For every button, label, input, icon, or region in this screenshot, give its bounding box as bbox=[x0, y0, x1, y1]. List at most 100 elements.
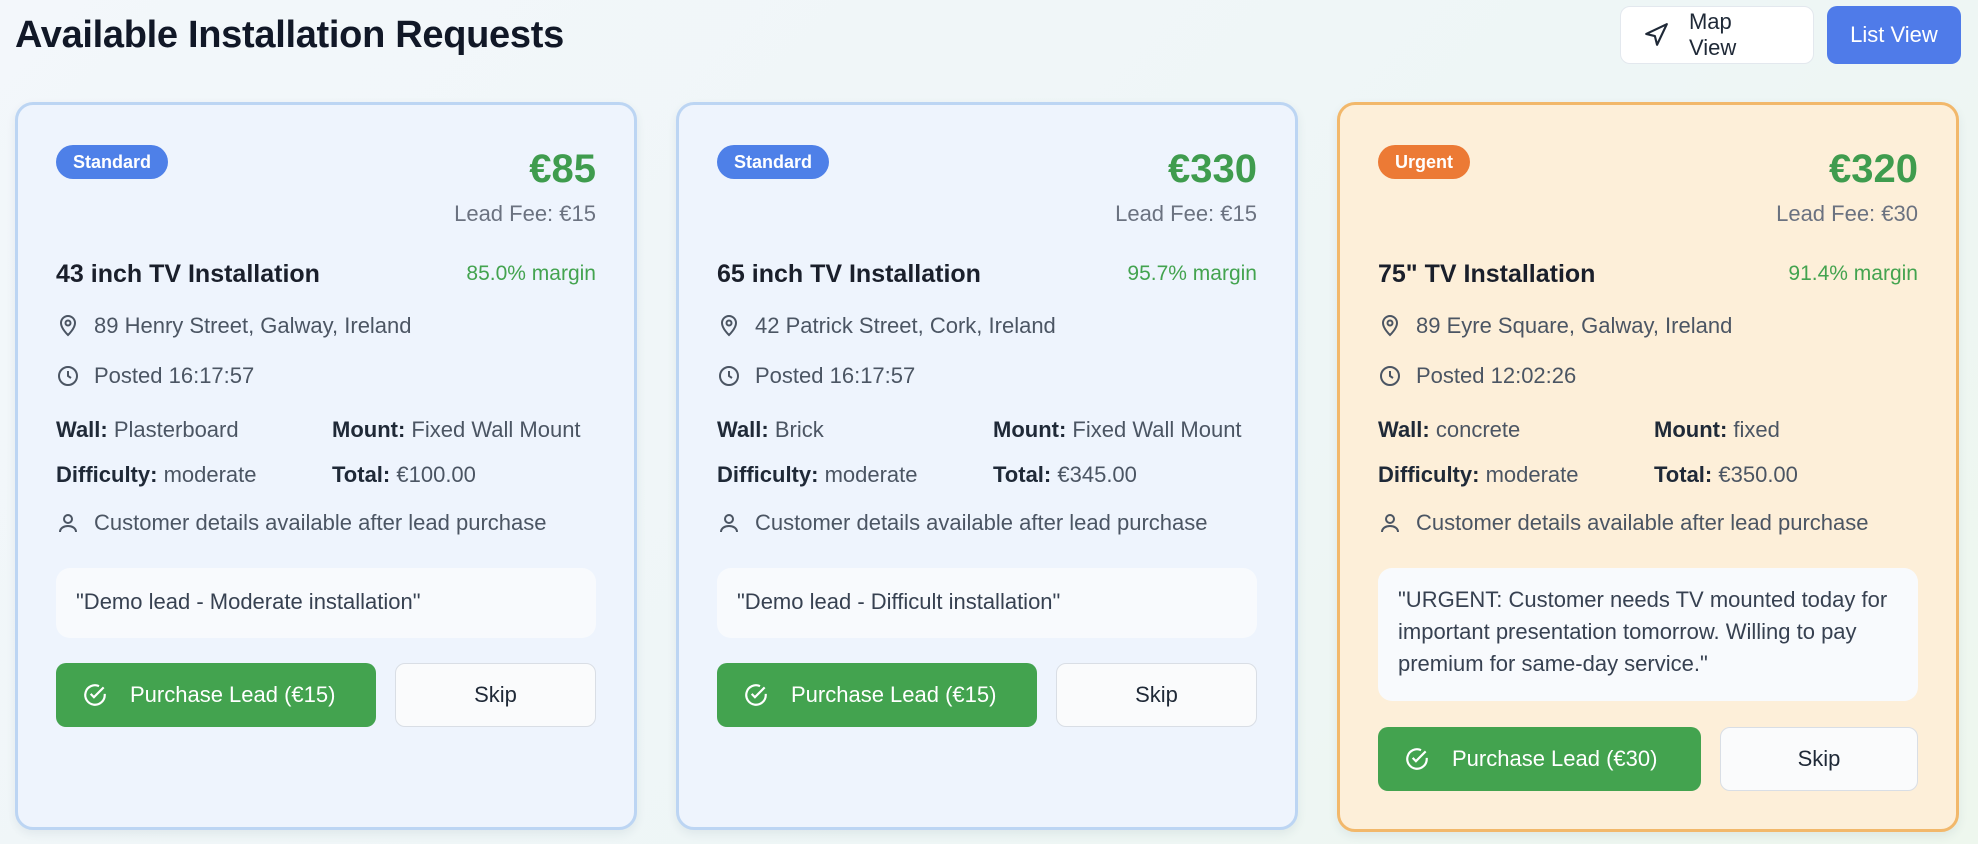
skip-button[interactable]: Skip bbox=[1720, 727, 1918, 791]
address-row: 42 Patrick Street, Cork, Ireland bbox=[717, 313, 1056, 339]
purchase-lead-button[interactable]: Purchase Lead (€30) bbox=[1378, 727, 1701, 791]
mount-label: Mount: bbox=[1654, 417, 1728, 442]
difficulty-spec: Difficulty: moderate bbox=[1378, 462, 1579, 488]
lead-fee: Lead Fee: €15 bbox=[454, 201, 596, 226]
difficulty-label: Difficulty: bbox=[56, 462, 158, 487]
priority-badge: Urgent bbox=[1378, 145, 1470, 179]
job-notes: "URGENT: Customer needs TV mounted today… bbox=[1378, 568, 1918, 701]
purchase-lead-button[interactable]: Purchase Lead (€15) bbox=[56, 663, 376, 727]
job-price: €330 bbox=[1168, 147, 1257, 191]
customer-row: Customer details available after lead pu… bbox=[717, 510, 1207, 536]
total-spec: Total: €345.00 bbox=[993, 462, 1137, 488]
difficulty-label: Difficulty: bbox=[717, 462, 819, 487]
wall-value: Brick bbox=[774, 417, 824, 442]
mount-label: Mount: bbox=[332, 417, 406, 442]
difficulty-spec: Difficulty: moderate bbox=[56, 462, 257, 488]
address-text: 89 Eyre Square, Galway, Ireland bbox=[1416, 313, 1733, 338]
total-value: €350.00 bbox=[1718, 462, 1798, 487]
map-pin-icon bbox=[1381, 315, 1399, 337]
skip-button[interactable]: Skip bbox=[395, 663, 596, 727]
difficulty-value: moderate bbox=[163, 462, 257, 487]
wall-spec: Wall: concrete bbox=[1378, 417, 1520, 443]
skip-button[interactable]: Skip bbox=[1056, 663, 1257, 727]
skip-label: Skip bbox=[1135, 682, 1178, 707]
customer-note: Customer details available after lead pu… bbox=[755, 510, 1208, 535]
mount-spec: Mount: Fixed Wall Mount bbox=[993, 417, 1242, 443]
wall-value: Plasterboard bbox=[113, 417, 239, 442]
purchase-label: Purchase Lead (€15) bbox=[791, 682, 997, 707]
margin-text: 85.0% margin bbox=[466, 262, 596, 285]
posted-text: Posted 12:02:26 bbox=[1416, 363, 1577, 388]
map-pin-icon bbox=[59, 315, 77, 337]
customer-row: Customer details available after lead pu… bbox=[1378, 510, 1868, 536]
address-text: 89 Henry Street, Galway, Ireland bbox=[94, 313, 412, 338]
user-icon bbox=[720, 514, 738, 533]
priority-badge: Standard bbox=[56, 145, 169, 179]
wall-spec: Wall: Plasterboard bbox=[56, 417, 239, 443]
lead-fee: Lead Fee: €30 bbox=[1776, 201, 1918, 226]
page-title: Available Installation Requests bbox=[15, 14, 564, 56]
map-view-label: Map View bbox=[1688, 9, 1737, 60]
job-price: €85 bbox=[529, 147, 596, 191]
view-toggle: Map View List View bbox=[1620, 6, 1961, 64]
total-label: Total: bbox=[993, 462, 1052, 487]
request-card: Standard €85 Lead Fee: €15 43 inch TV In… bbox=[15, 102, 637, 830]
request-card: Standard €330 Lead Fee: €15 65 inch TV I… bbox=[676, 102, 1298, 830]
purchase-lead-button[interactable]: Purchase Lead (€15) bbox=[717, 663, 1037, 727]
map-view-button[interactable]: Map View bbox=[1620, 6, 1814, 64]
wall-label: Wall: bbox=[56, 417, 108, 442]
priority-badge: Standard bbox=[717, 145, 830, 179]
mount-spec: Mount: Fixed Wall Mount bbox=[332, 417, 581, 443]
skip-label: Skip bbox=[474, 682, 517, 707]
request-card-urgent: Urgent €320 Lead Fee: €30 75" TV Install… bbox=[1337, 102, 1959, 832]
job-title: 65 inch TV Installation bbox=[717, 260, 981, 288]
job-notes: "Demo lead - Moderate installation" bbox=[56, 568, 596, 638]
margin-text: 91.4% margin bbox=[1788, 262, 1918, 285]
job-notes: "Demo lead - Difficult installation" bbox=[717, 568, 1257, 638]
margin-text: 95.7% margin bbox=[1127, 262, 1257, 285]
wall-value: concrete bbox=[1435, 417, 1521, 442]
mount-label: Mount: bbox=[993, 417, 1067, 442]
address-row: 89 Eyre Square, Galway, Ireland bbox=[1378, 313, 1732, 339]
difficulty-spec: Difficulty: moderate bbox=[717, 462, 918, 488]
mount-value: Fixed Wall Mount bbox=[1072, 417, 1242, 442]
wall-spec: Wall: Brick bbox=[717, 417, 824, 443]
total-value: €345.00 bbox=[1057, 462, 1137, 487]
user-icon bbox=[59, 514, 77, 533]
check-circle-icon bbox=[1406, 748, 1428, 770]
total-spec: Total: €100.00 bbox=[332, 462, 476, 488]
clock-icon bbox=[1380, 366, 1400, 386]
address-row: 89 Henry Street, Galway, Ireland bbox=[56, 313, 412, 339]
posted-text: Posted 16:17:57 bbox=[94, 363, 255, 388]
navigation-arrow-icon bbox=[1645, 23, 1668, 46]
difficulty-label: Difficulty: bbox=[1378, 462, 1480, 487]
posted-row: Posted 12:02:26 bbox=[1378, 363, 1576, 389]
job-title: 43 inch TV Installation bbox=[56, 260, 320, 288]
user-icon bbox=[1381, 514, 1399, 533]
posted-row: Posted 16:17:57 bbox=[717, 363, 915, 389]
job-title: 75" TV Installation bbox=[1378, 260, 1596, 288]
difficulty-value: moderate bbox=[824, 462, 918, 487]
mount-spec: Mount: fixed bbox=[1654, 417, 1780, 443]
clock-icon bbox=[719, 366, 739, 386]
wall-label: Wall: bbox=[717, 417, 769, 442]
check-circle-icon bbox=[84, 684, 106, 706]
map-pin-icon bbox=[720, 315, 738, 337]
clock-icon bbox=[58, 366, 78, 386]
wall-label: Wall: bbox=[1378, 417, 1430, 442]
posted-row: Posted 16:17:57 bbox=[56, 363, 254, 389]
list-view-label: List View bbox=[1850, 22, 1938, 47]
lead-fee: Lead Fee: €15 bbox=[1115, 201, 1257, 226]
customer-row: Customer details available after lead pu… bbox=[56, 510, 546, 536]
customer-note: Customer details available after lead pu… bbox=[94, 510, 547, 535]
job-price: €320 bbox=[1829, 147, 1918, 191]
skip-label: Skip bbox=[1797, 746, 1841, 771]
posted-text: Posted 16:17:57 bbox=[755, 363, 916, 388]
mount-value: fixed bbox=[1733, 417, 1780, 442]
list-view-button[interactable]: List View bbox=[1827, 6, 1961, 64]
purchase-label: Purchase Lead (€30) bbox=[1452, 746, 1658, 771]
total-value: €100.00 bbox=[396, 462, 476, 487]
total-label: Total: bbox=[332, 462, 391, 487]
check-circle-icon bbox=[745, 684, 767, 706]
address-text: 42 Patrick Street, Cork, Ireland bbox=[755, 313, 1056, 338]
